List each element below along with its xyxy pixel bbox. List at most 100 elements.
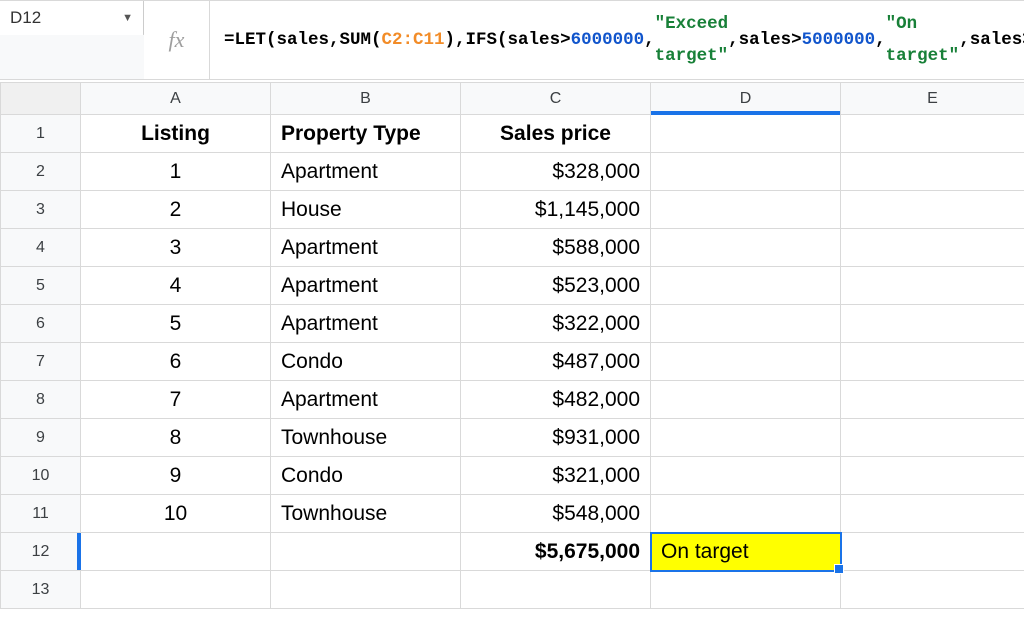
- cell[interactable]: $931,000: [461, 419, 651, 457]
- cell-value: 9: [81, 460, 270, 492]
- cell[interactable]: [651, 419, 841, 457]
- cell[interactable]: $588,000: [461, 229, 651, 267]
- cell[interactable]: 10: [81, 495, 271, 533]
- cell[interactable]: [841, 115, 1024, 153]
- cell-value: [841, 130, 1024, 138]
- column-header[interactable]: D: [651, 83, 841, 115]
- cell[interactable]: $322,000: [461, 305, 651, 343]
- cell[interactable]: 3: [81, 229, 271, 267]
- cell[interactable]: [841, 495, 1024, 533]
- cell[interactable]: Apartment: [271, 305, 461, 343]
- cell[interactable]: [651, 229, 841, 267]
- cell[interactable]: [651, 267, 841, 305]
- cell[interactable]: [81, 571, 271, 609]
- cell[interactable]: 9: [81, 457, 271, 495]
- cell[interactable]: [841, 419, 1024, 457]
- cell-value: 2: [81, 194, 270, 226]
- spreadsheet[interactable]: ABCDE 1ListingProperty TypeSales price21…: [0, 82, 1024, 609]
- row-header[interactable]: 10: [1, 457, 81, 495]
- cell[interactable]: 1: [81, 153, 271, 191]
- cell-value: $523,000: [461, 270, 650, 302]
- cell[interactable]: [841, 533, 1024, 571]
- cell[interactable]: [841, 191, 1024, 229]
- cell[interactable]: [841, 229, 1024, 267]
- cell[interactable]: 8: [81, 419, 271, 457]
- row-header[interactable]: 2: [1, 153, 81, 191]
- table-row: 87Apartment$482,000: [1, 381, 1024, 419]
- cell[interactable]: [271, 571, 461, 609]
- chevron-down-icon[interactable]: ▼: [122, 12, 133, 24]
- cell[interactable]: Property Type: [271, 115, 461, 153]
- cell[interactable]: 2: [81, 191, 271, 229]
- row-header[interactable]: 12: [1, 533, 81, 571]
- cell-value: 3: [81, 232, 270, 264]
- cell[interactable]: $548,000: [461, 495, 651, 533]
- row-header[interactable]: 1: [1, 115, 81, 153]
- cell[interactable]: [651, 495, 841, 533]
- cell[interactable]: Sales price: [461, 115, 651, 153]
- cell[interactable]: $1,145,000: [461, 191, 651, 229]
- formula-input[interactable]: =LET(sales,SUM(C2:C11),IFS(sales>6000000…: [210, 1, 1024, 79]
- column-header[interactable]: E: [841, 83, 1024, 115]
- cell[interactable]: Condo: [271, 343, 461, 381]
- cell[interactable]: Townhouse: [271, 419, 461, 457]
- cell[interactable]: Townhouse: [271, 495, 461, 533]
- cell[interactable]: 6: [81, 343, 271, 381]
- cell[interactable]: [651, 381, 841, 419]
- cell[interactable]: 4: [81, 267, 271, 305]
- cell[interactable]: [651, 191, 841, 229]
- cell[interactable]: [651, 305, 841, 343]
- row-header[interactable]: 5: [1, 267, 81, 305]
- cell[interactable]: $487,000: [461, 343, 651, 381]
- cell[interactable]: [841, 457, 1024, 495]
- cell[interactable]: [841, 305, 1024, 343]
- cell[interactable]: $321,000: [461, 457, 651, 495]
- name-box[interactable]: D12 ▼: [0, 1, 143, 35]
- fx-label-wrap: fx: [144, 1, 210, 79]
- row-header[interactable]: 8: [1, 381, 81, 419]
- cell-value: $482,000: [461, 384, 650, 416]
- cell[interactable]: [651, 115, 841, 153]
- cell[interactable]: [841, 343, 1024, 381]
- cell[interactable]: Apartment: [271, 153, 461, 191]
- cell[interactable]: $482,000: [461, 381, 651, 419]
- cell[interactable]: [651, 571, 841, 609]
- cell-value: [651, 130, 840, 138]
- row-header[interactable]: 13: [1, 571, 81, 609]
- cell[interactable]: [651, 153, 841, 191]
- cell[interactable]: $5,675,000: [461, 533, 651, 571]
- row-header[interactable]: 11: [1, 495, 81, 533]
- row-header[interactable]: 7: [1, 343, 81, 381]
- cell[interactable]: On target: [651, 533, 841, 571]
- cell[interactable]: [461, 571, 651, 609]
- cell[interactable]: [841, 153, 1024, 191]
- cell[interactable]: Condo: [271, 457, 461, 495]
- row-header[interactable]: 9: [1, 419, 81, 457]
- column-header[interactable]: A: [81, 83, 271, 115]
- cell[interactable]: 5: [81, 305, 271, 343]
- row-header[interactable]: 3: [1, 191, 81, 229]
- cell[interactable]: Apartment: [271, 229, 461, 267]
- cell[interactable]: $523,000: [461, 267, 651, 305]
- cell[interactable]: [841, 381, 1024, 419]
- row-header[interactable]: 6: [1, 305, 81, 343]
- cell[interactable]: [651, 343, 841, 381]
- cell-value: [651, 206, 840, 214]
- row-header[interactable]: 4: [1, 229, 81, 267]
- formula-token: ,sales>: [959, 24, 1024, 56]
- cell[interactable]: [271, 533, 461, 571]
- cell[interactable]: Apartment: [271, 267, 461, 305]
- cell[interactable]: [841, 267, 1024, 305]
- cell[interactable]: $328,000: [461, 153, 651, 191]
- cell[interactable]: [81, 533, 271, 571]
- cell[interactable]: Listing: [81, 115, 271, 153]
- cell-value: [841, 472, 1024, 480]
- cell[interactable]: 7: [81, 381, 271, 419]
- select-all-corner[interactable]: [1, 83, 81, 115]
- cell[interactable]: [841, 571, 1024, 609]
- column-header[interactable]: B: [271, 83, 461, 115]
- cell[interactable]: [651, 457, 841, 495]
- cell[interactable]: House: [271, 191, 461, 229]
- cell[interactable]: Apartment: [271, 381, 461, 419]
- column-header[interactable]: C: [461, 83, 651, 115]
